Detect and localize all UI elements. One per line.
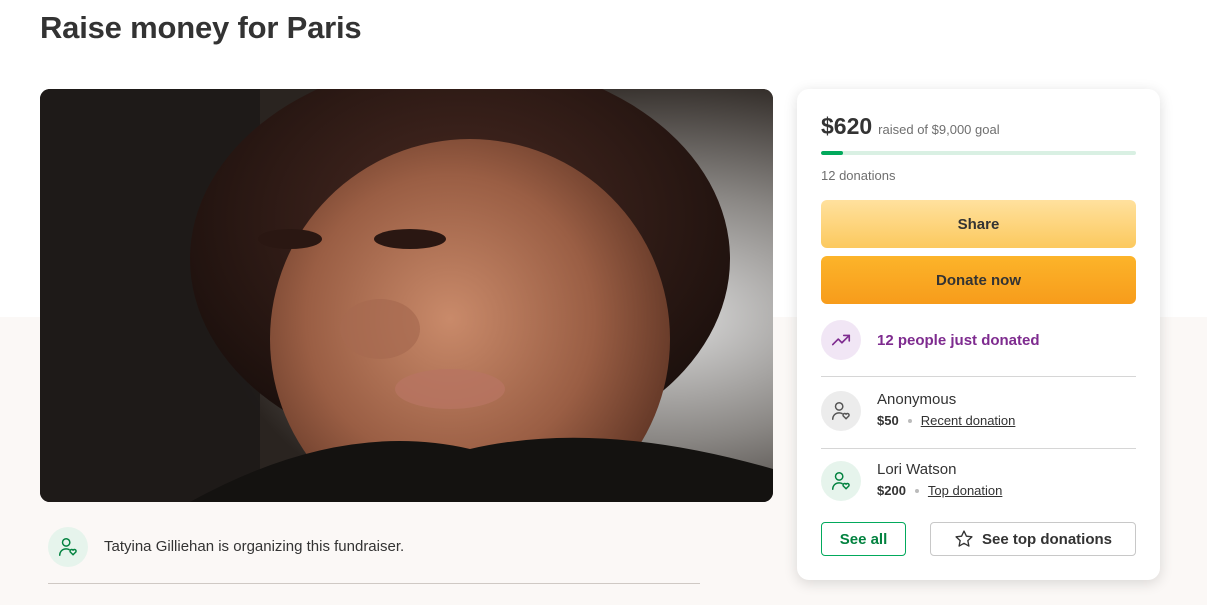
see-all-button[interactable]: See all	[821, 522, 906, 556]
hero-photo	[40, 89, 773, 502]
separator-dot	[907, 418, 912, 423]
divider	[821, 376, 1136, 377]
trending-up-icon	[821, 320, 861, 360]
donor-meta: $200 Top donation	[877, 483, 1002, 498]
progress-bar	[821, 151, 1136, 155]
donor-tag-link[interactable]: Recent donation	[921, 413, 1016, 428]
donor-info: Anonymous $50 Recent donation	[877, 391, 1015, 428]
recent-donations-trend: 12 people just donated	[821, 320, 1040, 360]
person-heart-icon	[821, 391, 861, 431]
star-icon	[955, 530, 973, 547]
donor-item: Lori Watson $200 Top donation	[821, 461, 1002, 501]
trend-text: 12 people just donated	[877, 331, 1040, 349]
donor-info: Lori Watson $200 Top donation	[877, 461, 1002, 498]
donor-amount: $200	[877, 483, 906, 498]
donations-count: 12 donations	[821, 168, 896, 183]
raised-summary: $620 raised of $9,000 goal	[821, 113, 1000, 140]
goal-text: raised of $9,000 goal	[878, 122, 1000, 137]
see-top-donations-button[interactable]: See top donations	[930, 522, 1136, 556]
person-heart-icon	[48, 527, 88, 567]
donor-tag-link[interactable]: Top donation	[928, 483, 1002, 498]
organizer-text: Tatyina Gilliehan is organizing this fun…	[104, 538, 405, 555]
person-heart-icon	[821, 461, 861, 501]
donate-now-button[interactable]: Donate now	[821, 256, 1136, 304]
progress-fill	[821, 151, 843, 155]
raised-amount: $620	[821, 113, 873, 139]
organizer-row: Tatyina Gilliehan is organizing this fun…	[48, 527, 700, 584]
divider	[821, 448, 1136, 449]
donor-meta: $50 Recent donation	[877, 413, 1015, 428]
separator-dot	[914, 488, 919, 493]
donor-amount: $50	[877, 413, 899, 428]
page-title: Raise money for Paris	[40, 10, 362, 45]
donor-item: Anonymous $50 Recent donation	[821, 391, 1015, 431]
donor-name: Lori Watson	[877, 461, 957, 478]
share-button[interactable]: Share	[821, 200, 1136, 248]
see-top-donations-label: See top donations	[981, 530, 1112, 548]
donation-card: $620 raised of $9,000 goal 12 donations …	[797, 89, 1160, 580]
donor-name: Anonymous	[877, 391, 957, 408]
